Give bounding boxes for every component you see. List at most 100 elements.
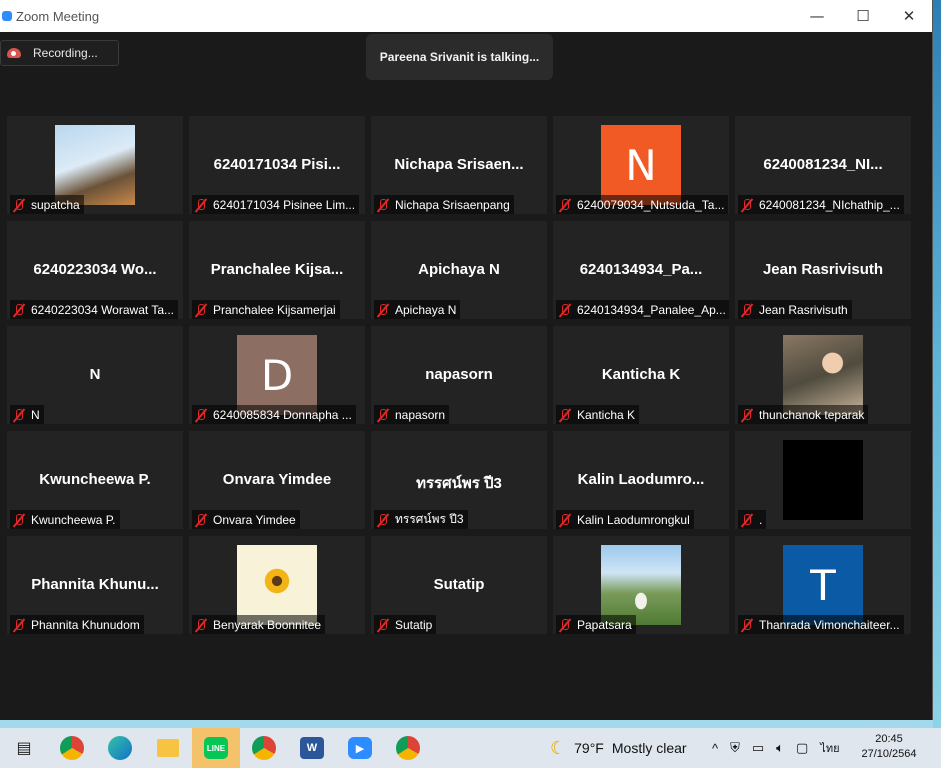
participant-tile[interactable]: Kalin Laodumro... Kalin Laodumrongkul (553, 431, 729, 529)
participant-name-text: Sutatip (395, 617, 433, 632)
word-icon[interactable]: W (300, 737, 324, 759)
muted-microphone-icon (194, 198, 208, 212)
participant-tile[interactable]: supatcha (7, 116, 183, 214)
participant-tile[interactable]: 6240134934_Pa... 6240134934_Panalee_Ap... (553, 221, 729, 319)
participant-name-label: Jean Rasrivisuth (738, 300, 852, 319)
zoom-meeting-window: Zoom Meeting — ☐ ✕ Recording... Pareena … (0, 0, 933, 720)
task-view-icon[interactable]: ▤ (9, 733, 39, 763)
recording-indicator[interactable]: Recording... (0, 40, 119, 66)
muted-microphone-icon (558, 408, 572, 422)
muted-microphone-icon (12, 303, 26, 317)
participant-tile[interactable]: 6240223034 Wo... 6240223034 Worawat Ta... (7, 221, 183, 319)
participant-name-text: Apichaya N (395, 302, 457, 317)
participant-avatar-letter: N (601, 125, 681, 205)
muted-microphone-icon (558, 513, 572, 527)
participant-tile[interactable]: D 6240085834 Donnapha ... (189, 326, 365, 424)
zoom-icon[interactable]: ▶ (348, 737, 372, 759)
volume-icon[interactable]: 🔈︎ (776, 740, 784, 756)
muted-microphone-icon (740, 198, 754, 212)
participant-tile[interactable]: Jean Rasrivisuth Jean Rasrivisuth (735, 221, 911, 319)
weather-desc: Mostly clear (611, 740, 687, 756)
participant-display-name: Nichapa Srisaen... (394, 156, 524, 173)
participant-name-text: Kwuncheewa P. (31, 512, 116, 527)
muted-microphone-icon (740, 618, 754, 632)
participant-name-label: 6240085834 Donnapha ... (192, 405, 356, 424)
participant-display-name: 6240223034 Wo... (33, 261, 157, 278)
edge-icon[interactable] (108, 736, 132, 760)
recording-label: Recording... (33, 46, 98, 60)
chrome-icon[interactable] (60, 736, 84, 760)
participant-name-label: . (738, 510, 767, 529)
participant-tile[interactable]: Nichapa Srisaen... Nichapa Srisaenpang (371, 116, 547, 214)
participant-tile[interactable]: napasorn napasorn (371, 326, 547, 424)
minimize-button[interactable]: — (794, 0, 840, 32)
participant-name-label: Papatsara (556, 615, 636, 634)
participant-name-label: Sutatip (374, 615, 437, 634)
participant-tile[interactable]: Papatsara (553, 536, 729, 634)
maximize-button[interactable]: ☐ (840, 0, 886, 32)
participant-name-text: Kalin Laodumrongkul (577, 512, 690, 527)
participant-name-label: thunchanok teparak (738, 405, 869, 424)
security-icon[interactable]: ⛨ (730, 740, 740, 756)
participant-name-label: napasorn (374, 405, 450, 424)
participant-name-label: Phannita Khunudom (10, 615, 144, 634)
participant-name-text: ทรรศน์พร ปี3 (395, 512, 464, 526)
taskbar-clock[interactable]: 20:45 27/10/2564 (858, 732, 920, 762)
participant-name-text: . (759, 512, 763, 527)
participant-avatar-photo (55, 125, 135, 205)
participant-name-text: 6240171034 Pisinee Lim... (213, 197, 356, 212)
participant-tile[interactable]: Benyarak Boonnitee (189, 536, 365, 634)
participant-tile[interactable]: Kwuncheewa P. Kwuncheewa P. (7, 431, 183, 529)
participant-name-text: Pranchalee Kijsamerjai (213, 302, 336, 317)
participant-tile[interactable]: T Thanrada Vimonchaiteer... (735, 536, 911, 634)
participant-name-label: Apichaya N (374, 300, 461, 319)
windows-taskbar: ▤ LINE W ▶ ☾ 79°F Mostly clear ^ ⛨ ▭ 🔈︎ … (0, 728, 941, 768)
battery-icon[interactable]: ▭ (752, 740, 764, 756)
participant-name-text: supatcha (31, 197, 80, 212)
close-button[interactable]: ✕ (886, 0, 932, 32)
participant-name-text: 6240079034_Nutsuda_Ta... (577, 197, 725, 212)
participant-name-label: N (10, 405, 44, 424)
meeting-content: Recording... Pareena Srivanit is talking… (0, 32, 932, 720)
network-icon[interactable]: ▢ (796, 740, 808, 756)
language-indicator[interactable]: ไทย (820, 739, 839, 757)
muted-microphone-icon (376, 513, 390, 527)
participant-tile[interactable]: thunchanok teparak (735, 326, 911, 424)
participant-tile[interactable]: N 6240079034_Nutsuda_Ta... (553, 116, 729, 214)
participant-name-label: Kalin Laodumrongkul (556, 510, 694, 529)
participant-name-text: 6240085834 Donnapha ... (213, 407, 352, 422)
participant-tile[interactable]: ทรรศน์พร ปี3 ทรรศน์พร ปี3 (371, 431, 547, 529)
participant-name-text: 6240134934_Panalee_Ap... (577, 302, 726, 317)
participant-display-name: ทรรศน์พร ปี3 (416, 475, 502, 492)
chevron-up-icon[interactable]: ^ (712, 741, 718, 756)
muted-microphone-icon (740, 513, 754, 527)
participant-tile[interactable]: Sutatip Sutatip (371, 536, 547, 634)
weather-widget[interactable]: ☾ 79°F Mostly clear (550, 728, 687, 768)
participant-tile[interactable]: Onvara Yimdee Onvara Yimdee (189, 431, 365, 529)
line-icon[interactable]: LINE (192, 728, 240, 768)
participant-name-label: Pranchalee Kijsamerjai (192, 300, 340, 319)
participant-name-label: Kanticha K (556, 405, 640, 424)
file-explorer-icon[interactable] (157, 739, 179, 757)
chrome-profile-l-icon[interactable] (396, 736, 420, 760)
participant-tile[interactable]: Phannita Khunu... Phannita Khunudom (7, 536, 183, 634)
participant-tile[interactable]: . (735, 431, 911, 529)
chrome-profile-a-icon[interactable] (252, 736, 276, 760)
participant-tile[interactable]: 6240081234_NI... 6240081234_NIchathip_... (735, 116, 911, 214)
participant-tile[interactable]: Kanticha K Kanticha K (553, 326, 729, 424)
participant-tile[interactable]: Pranchalee Kijsa... Pranchalee Kijsamerja… (189, 221, 365, 319)
participant-display-name: Jean Rasrivisuth (762, 261, 884, 278)
participant-avatar-letter: T (783, 545, 863, 625)
participant-display-name: 6240081234_NI... (763, 156, 883, 173)
participant-tile[interactable]: NN (7, 326, 183, 424)
muted-microphone-icon (376, 198, 390, 212)
participant-tile[interactable]: Apichaya N Apichaya N (371, 221, 547, 319)
weather-temp: 79°F (574, 740, 604, 756)
participant-display-name: Kalin Laodumro... (577, 471, 705, 488)
participant-display-name: Sutatip (433, 576, 485, 593)
muted-microphone-icon (740, 408, 754, 422)
participant-name-label: Thanrada Vimonchaiteer... (738, 615, 904, 634)
participant-name-text: Papatsara (577, 617, 632, 632)
title-bar: Zoom Meeting — ☐ ✕ (0, 0, 932, 32)
participant-tile[interactable]: 6240171034 Pisi... 6240171034 Pisinee Lim… (189, 116, 365, 214)
